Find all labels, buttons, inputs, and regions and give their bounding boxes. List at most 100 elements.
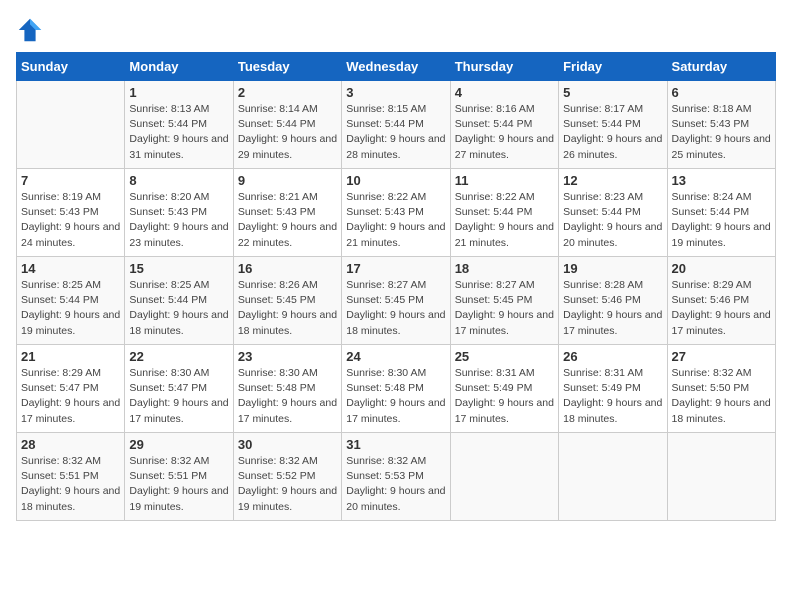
calendar-cell: 25 Sunrise: 8:31 AM Sunset: 5:49 PM Dayli… [450,345,558,433]
calendar-cell: 24 Sunrise: 8:30 AM Sunset: 5:48 PM Dayli… [342,345,450,433]
calendar-cell: 1 Sunrise: 8:13 AM Sunset: 5:44 PM Daylig… [125,81,233,169]
day-info: Sunrise: 8:25 AM Sunset: 5:44 PM Dayligh… [21,278,120,339]
calendar-cell: 14Sunrise: 8:25 AM Sunset: 5:44 PM Dayli… [17,257,125,345]
day-info: Sunrise: 8:17 AM Sunset: 5:44 PM Dayligh… [563,102,662,163]
day-number: 12 [563,173,662,188]
calendar-cell: 6 Sunrise: 8:18 AM Sunset: 5:43 PM Daylig… [667,81,775,169]
week-row-5: 28 Sunrise: 8:32 AM Sunset: 5:51 PM Dayli… [17,433,776,521]
calendar-cell: 3 Sunrise: 8:15 AM Sunset: 5:44 PM Daylig… [342,81,450,169]
calendar-cell: 16 Sunrise: 8:26 AM Sunset: 5:45 PM Dayli… [233,257,341,345]
day-number: 6 [672,85,771,100]
calendar-cell: 30 Sunrise: 8:32 AM Sunset: 5:52 PM Dayli… [233,433,341,521]
calendar-cell: 8 Sunrise: 8:20 AM Sunset: 5:43 PM Daylig… [125,169,233,257]
day-number: 9 [238,173,337,188]
calendar-cell [667,433,775,521]
header-day-tuesday: Tuesday [233,53,341,81]
calendar-cell: 13 Sunrise: 8:24 AM Sunset: 5:44 PM Dayli… [667,169,775,257]
day-number: 28 [21,437,120,452]
calendar-cell: 17Sunrise: 8:27 AM Sunset: 5:45 PM Dayli… [342,257,450,345]
day-info: Sunrise: 8:32 AM Sunset: 5:51 PM Dayligh… [21,454,120,515]
day-number: 13 [672,173,771,188]
day-number: 29 [129,437,228,452]
week-row-1: 1 Sunrise: 8:13 AM Sunset: 5:44 PM Daylig… [17,81,776,169]
day-number: 1 [129,85,228,100]
day-number: 23 [238,349,337,364]
calendar-cell: 7 Sunrise: 8:19 AM Sunset: 5:43 PM Daylig… [17,169,125,257]
calendar-cell: 15Sunrise: 8:25 AM Sunset: 5:44 PM Dayli… [125,257,233,345]
day-info: Sunrise: 8:31 AM Sunset: 5:49 PM Dayligh… [455,366,554,427]
day-info: Sunrise: 8:13 AM Sunset: 5:44 PM Dayligh… [129,102,228,163]
header-day-saturday: Saturday [667,53,775,81]
calendar-cell: 2Sunrise: 8:14 AM Sunset: 5:44 PM Daylig… [233,81,341,169]
header [16,16,776,44]
day-info: Sunrise: 8:32 AM Sunset: 5:50 PM Dayligh… [672,366,771,427]
day-info: Sunrise: 8:32 AM Sunset: 5:52 PM Dayligh… [238,454,337,515]
header-day-monday: Monday [125,53,233,81]
calendar-cell [559,433,667,521]
day-info: Sunrise: 8:22 AM Sunset: 5:43 PM Dayligh… [346,190,445,251]
day-number: 24 [346,349,445,364]
calendar-cell: 10 Sunrise: 8:22 AM Sunset: 5:43 PM Dayli… [342,169,450,257]
day-info: Sunrise: 8:16 AM Sunset: 5:44 PM Dayligh… [455,102,554,163]
day-number: 25 [455,349,554,364]
day-info: Sunrise: 8:27 AM Sunset: 5:45 PM Dayligh… [455,278,554,339]
day-info: Sunrise: 8:21 AM Sunset: 5:43 PM Dayligh… [238,190,337,251]
calendar-cell: 29Sunrise: 8:32 AM Sunset: 5:51 PM Dayli… [125,433,233,521]
calendar-cell: 31 Sunrise: 8:32 AM Sunset: 5:53 PM Dayli… [342,433,450,521]
week-row-3: 14Sunrise: 8:25 AM Sunset: 5:44 PM Dayli… [17,257,776,345]
calendar-table: SundayMondayTuesdayWednesdayThursdayFrid… [16,52,776,521]
header-day-friday: Friday [559,53,667,81]
day-info: Sunrise: 8:19 AM Sunset: 5:43 PM Dayligh… [21,190,120,251]
calendar-cell: 18 Sunrise: 8:27 AM Sunset: 5:45 PM Dayli… [450,257,558,345]
calendar-cell: 28 Sunrise: 8:32 AM Sunset: 5:51 PM Dayli… [17,433,125,521]
day-info: Sunrise: 8:24 AM Sunset: 5:44 PM Dayligh… [672,190,771,251]
day-info: Sunrise: 8:18 AM Sunset: 5:43 PM Dayligh… [672,102,771,163]
day-info: Sunrise: 8:20 AM Sunset: 5:43 PM Dayligh… [129,190,228,251]
day-info: Sunrise: 8:30 AM Sunset: 5:48 PM Dayligh… [346,366,445,427]
day-number: 19 [563,261,662,276]
day-number: 18 [455,261,554,276]
header-day-sunday: Sunday [17,53,125,81]
day-info: Sunrise: 8:26 AM Sunset: 5:45 PM Dayligh… [238,278,337,339]
day-info: Sunrise: 8:32 AM Sunset: 5:53 PM Dayligh… [346,454,445,515]
day-info: Sunrise: 8:30 AM Sunset: 5:47 PM Dayligh… [129,366,228,427]
day-info: Sunrise: 8:29 AM Sunset: 5:47 PM Dayligh… [21,366,120,427]
day-number: 3 [346,85,445,100]
day-number: 17 [346,261,445,276]
day-number: 31 [346,437,445,452]
calendar-cell: 21 Sunrise: 8:29 AM Sunset: 5:47 PM Dayli… [17,345,125,433]
logo-icon [16,16,44,44]
day-number: 2 [238,85,337,100]
calendar-cell: 12 Sunrise: 8:23 AM Sunset: 5:44 PM Dayli… [559,169,667,257]
calendar-cell: 20Sunrise: 8:29 AM Sunset: 5:46 PM Dayli… [667,257,775,345]
calendar-body: 1 Sunrise: 8:13 AM Sunset: 5:44 PM Daylig… [17,81,776,521]
day-number: 10 [346,173,445,188]
day-number: 20 [672,261,771,276]
day-number: 4 [455,85,554,100]
day-info: Sunrise: 8:30 AM Sunset: 5:48 PM Dayligh… [238,366,337,427]
day-number: 21 [21,349,120,364]
day-info: Sunrise: 8:22 AM Sunset: 5:44 PM Dayligh… [455,190,554,251]
calendar-cell [450,433,558,521]
day-number: 26 [563,349,662,364]
day-number: 16 [238,261,337,276]
calendar-cell: 27 Sunrise: 8:32 AM Sunset: 5:50 PM Dayli… [667,345,775,433]
day-info: Sunrise: 8:23 AM Sunset: 5:44 PM Dayligh… [563,190,662,251]
week-row-2: 7 Sunrise: 8:19 AM Sunset: 5:43 PM Daylig… [17,169,776,257]
day-number: 8 [129,173,228,188]
day-number: 22 [129,349,228,364]
day-number: 7 [21,173,120,188]
day-info: Sunrise: 8:15 AM Sunset: 5:44 PM Dayligh… [346,102,445,163]
day-number: 5 [563,85,662,100]
header-day-wednesday: Wednesday [342,53,450,81]
calendar-header: SundayMondayTuesdayWednesdayThursdayFrid… [17,53,776,81]
calendar-cell: 5 Sunrise: 8:17 AM Sunset: 5:44 PM Daylig… [559,81,667,169]
calendar-cell: 19 Sunrise: 8:28 AM Sunset: 5:46 PM Dayli… [559,257,667,345]
day-info: Sunrise: 8:28 AM Sunset: 5:46 PM Dayligh… [563,278,662,339]
calendar-cell: 26 Sunrise: 8:31 AM Sunset: 5:49 PM Dayli… [559,345,667,433]
calendar-cell: 22 Sunrise: 8:30 AM Sunset: 5:47 PM Dayli… [125,345,233,433]
day-info: Sunrise: 8:31 AM Sunset: 5:49 PM Dayligh… [563,366,662,427]
day-number: 27 [672,349,771,364]
calendar-cell: 23 Sunrise: 8:30 AM Sunset: 5:48 PM Dayli… [233,345,341,433]
day-number: 30 [238,437,337,452]
